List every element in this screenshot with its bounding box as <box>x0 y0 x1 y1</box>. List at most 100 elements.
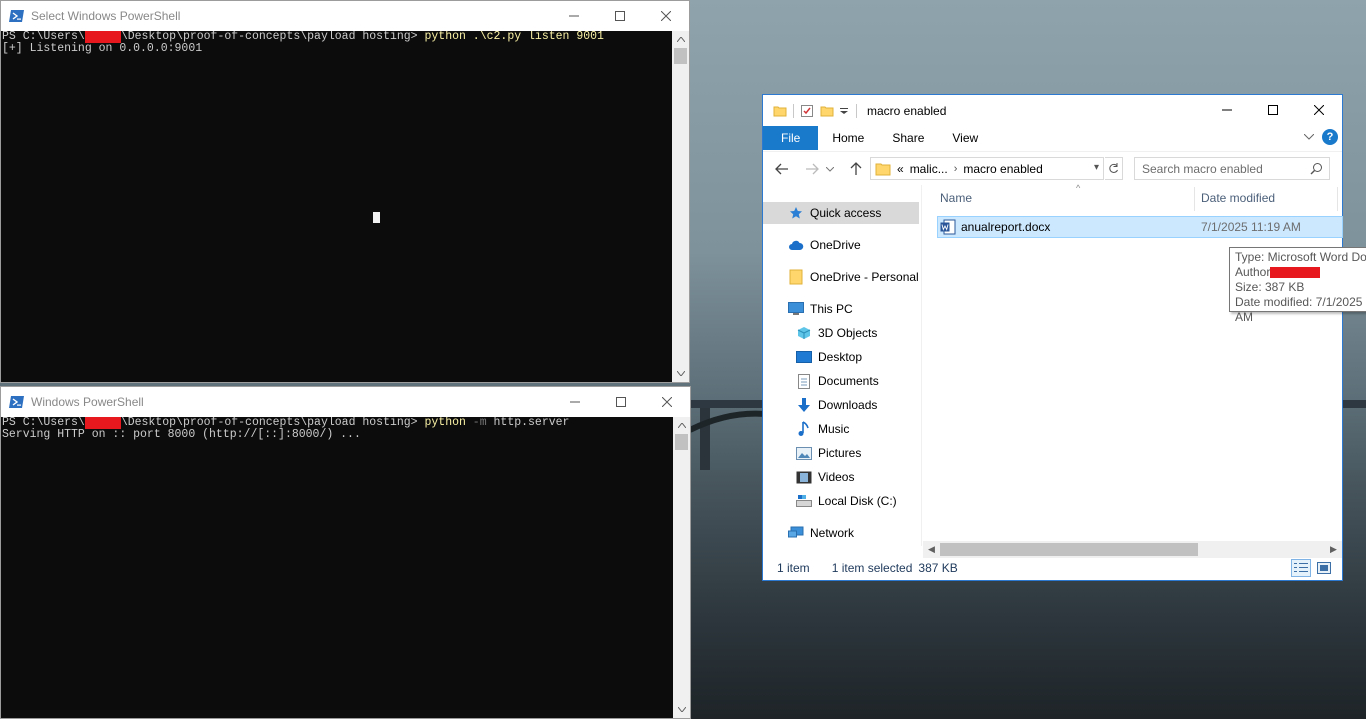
chevron-right-icon[interactable]: › <box>954 163 958 175</box>
column-divider[interactable] <box>1337 187 1338 211</box>
details-view-icon <box>1294 563 1308 572</box>
maximize-button[interactable] <box>598 387 644 417</box>
close-icon <box>661 11 671 21</box>
sort-ascending-icon: ^ <box>1076 183 1081 193</box>
large-icons-view-icon <box>1317 562 1331 574</box>
minimize-icon <box>570 401 580 403</box>
title-bar[interactable]: macro enabled <box>763 95 1342 126</box>
console-output[interactable]: PS C:\Users\ \Desktop\proof-of-concepts\p… <box>1 31 672 382</box>
breadcrumb-current[interactable]: macro enabled <box>963 162 1042 176</box>
file-explorer-window[interactable]: macro enabled File Home Share View ? « m… <box>762 94 1366 581</box>
close-button[interactable] <box>644 387 690 417</box>
forward-arrow-icon <box>806 163 819 175</box>
folder-icon <box>773 106 787 116</box>
close-icon <box>662 397 672 407</box>
back-button[interactable] <box>773 160 791 178</box>
console-output[interactable]: PS C:\Users\ \Desktop\proof-of-concepts\p… <box>1 417 673 718</box>
scroll-down-icon[interactable] <box>672 365 689 382</box>
tooltip-date: Date modified: 7/1/2025 11:19 AM <box>1235 295 1366 324</box>
breadcrumb-overflow[interactable]: « <box>897 162 904 176</box>
address-bar[interactable]: « malic... › macro enabled ▾ <box>870 157 1104 180</box>
scroll-thumb[interactable] <box>674 48 687 64</box>
help-icon[interactable]: ? <box>1322 129 1338 145</box>
nav-downloads[interactable]: Downloads <box>763 394 919 416</box>
nav-onedrive[interactable]: OneDrive <box>763 234 919 256</box>
console-line: Serving HTTP on :: port 8000 (http://[::… <box>2 428 361 441</box>
maximize-button[interactable] <box>597 1 643 31</box>
search-icon <box>1310 163 1322 175</box>
vertical-scrollbar[interactable] <box>672 31 689 382</box>
vertical-scrollbar[interactable] <box>673 417 690 718</box>
nav-this-pc[interactable]: This PC <box>763 298 919 320</box>
cloud-icon <box>788 237 804 253</box>
ribbon-tabs: File Home Share View <box>763 126 1342 150</box>
nav-documents[interactable]: Documents <box>763 370 919 392</box>
expand-ribbon-icon[interactable] <box>1304 134 1314 140</box>
window-title: Select Windows PowerShell <box>31 9 181 23</box>
powershell-window-top[interactable]: Select Windows PowerShell PS C:\Users\ \D… <box>0 0 690 383</box>
nav-desktop[interactable]: Desktop <box>763 346 919 368</box>
window-title: Windows PowerShell <box>31 395 144 409</box>
nav-pictures[interactable]: Pictures <box>763 442 919 464</box>
selected-size: 387 KB <box>918 561 958 575</box>
large-icons-view-button[interactable] <box>1314 559 1334 577</box>
tab-file[interactable]: File <box>763 126 819 150</box>
nav-music[interactable]: Music <box>763 418 919 440</box>
command-name: python <box>424 417 466 429</box>
maximize-icon <box>616 397 626 407</box>
powershell-window-bottom[interactable]: Windows PowerShell PS C:\Users\ \Desktop\… <box>0 386 691 719</box>
up-button[interactable] <box>847 160 865 178</box>
scroll-up-icon[interactable] <box>673 417 690 434</box>
search-input[interactable]: Search macro enabled <box>1134 157 1330 180</box>
forward-button[interactable] <box>803 160 821 178</box>
nav-label: Pictures <box>818 446 862 460</box>
nav-network[interactable]: Network <box>763 522 919 544</box>
nav-label: Music <box>818 422 850 436</box>
maximize-icon <box>1268 105 1278 115</box>
nav-3d-objects[interactable]: 3D Objects <box>763 322 919 344</box>
details-view-button[interactable] <box>1291 559 1311 577</box>
minimize-button[interactable] <box>1204 95 1250 125</box>
nav-label: This PC <box>810 302 853 316</box>
chevron-down-icon <box>826 166 834 172</box>
quick-access-toolbar <box>773 103 848 118</box>
minimize-button[interactable] <box>551 1 597 31</box>
scroll-up-icon[interactable] <box>672 31 689 48</box>
properties-icon[interactable] <box>800 104 814 118</box>
close-button[interactable] <box>643 1 689 31</box>
pane-splitter[interactable] <box>921 185 922 546</box>
tab-home[interactable]: Home <box>818 126 878 150</box>
nav-label: OneDrive <box>810 238 861 252</box>
nav-quick-access[interactable]: Quick access <box>763 202 919 224</box>
music-icon <box>796 421 812 437</box>
file-row[interactable]: anualreport.docx 7/1/2025 11:19 AM <box>937 216 1343 238</box>
nav-videos[interactable]: Videos <box>763 466 919 488</box>
scroll-thumb[interactable] <box>940 543 1198 556</box>
customize-toolbar-icon[interactable] <box>840 107 848 115</box>
maximize-button[interactable] <box>1250 95 1296 125</box>
new-folder-icon[interactable] <box>820 104 834 118</box>
window-title: macro enabled <box>867 103 947 118</box>
nav-local-disk[interactable]: Local Disk (C:) <box>763 490 919 512</box>
tab-view[interactable]: View <box>938 126 992 150</box>
console-line: [+] Listening on 0.0.0.0:9001 <box>2 42 203 55</box>
column-header-name[interactable]: Name ^ <box>940 183 1194 211</box>
scroll-thumb[interactable] <box>675 434 688 450</box>
file-date: 7/1/2025 11:19 AM <box>1201 220 1301 234</box>
chevron-down-icon[interactable]: ▾ <box>1094 162 1099 173</box>
close-button[interactable] <box>1296 95 1342 125</box>
column-header-date[interactable]: Date modified <box>1201 185 1331 211</box>
file-tooltip: Type: Microsoft Word Document Author Siz… <box>1229 247 1366 324</box>
column-divider[interactable] <box>1194 187 1195 211</box>
command-flag: -m <box>465 417 487 429</box>
tab-share[interactable]: Share <box>878 126 938 150</box>
tooltip-author: Author <box>1235 265 1271 279</box>
minimize-button[interactable] <box>552 387 598 417</box>
breadcrumb-parent[interactable]: malic... <box>910 162 948 176</box>
selected-count: 1 item selected <box>831 561 913 575</box>
recent-locations-button[interactable] <box>825 160 835 178</box>
refresh-button[interactable] <box>1105 157 1123 180</box>
nav-label: Downloads <box>818 398 878 412</box>
scroll-down-icon[interactable] <box>673 701 690 718</box>
nav-onedrive-personal[interactable]: OneDrive - Personal <box>763 266 919 288</box>
